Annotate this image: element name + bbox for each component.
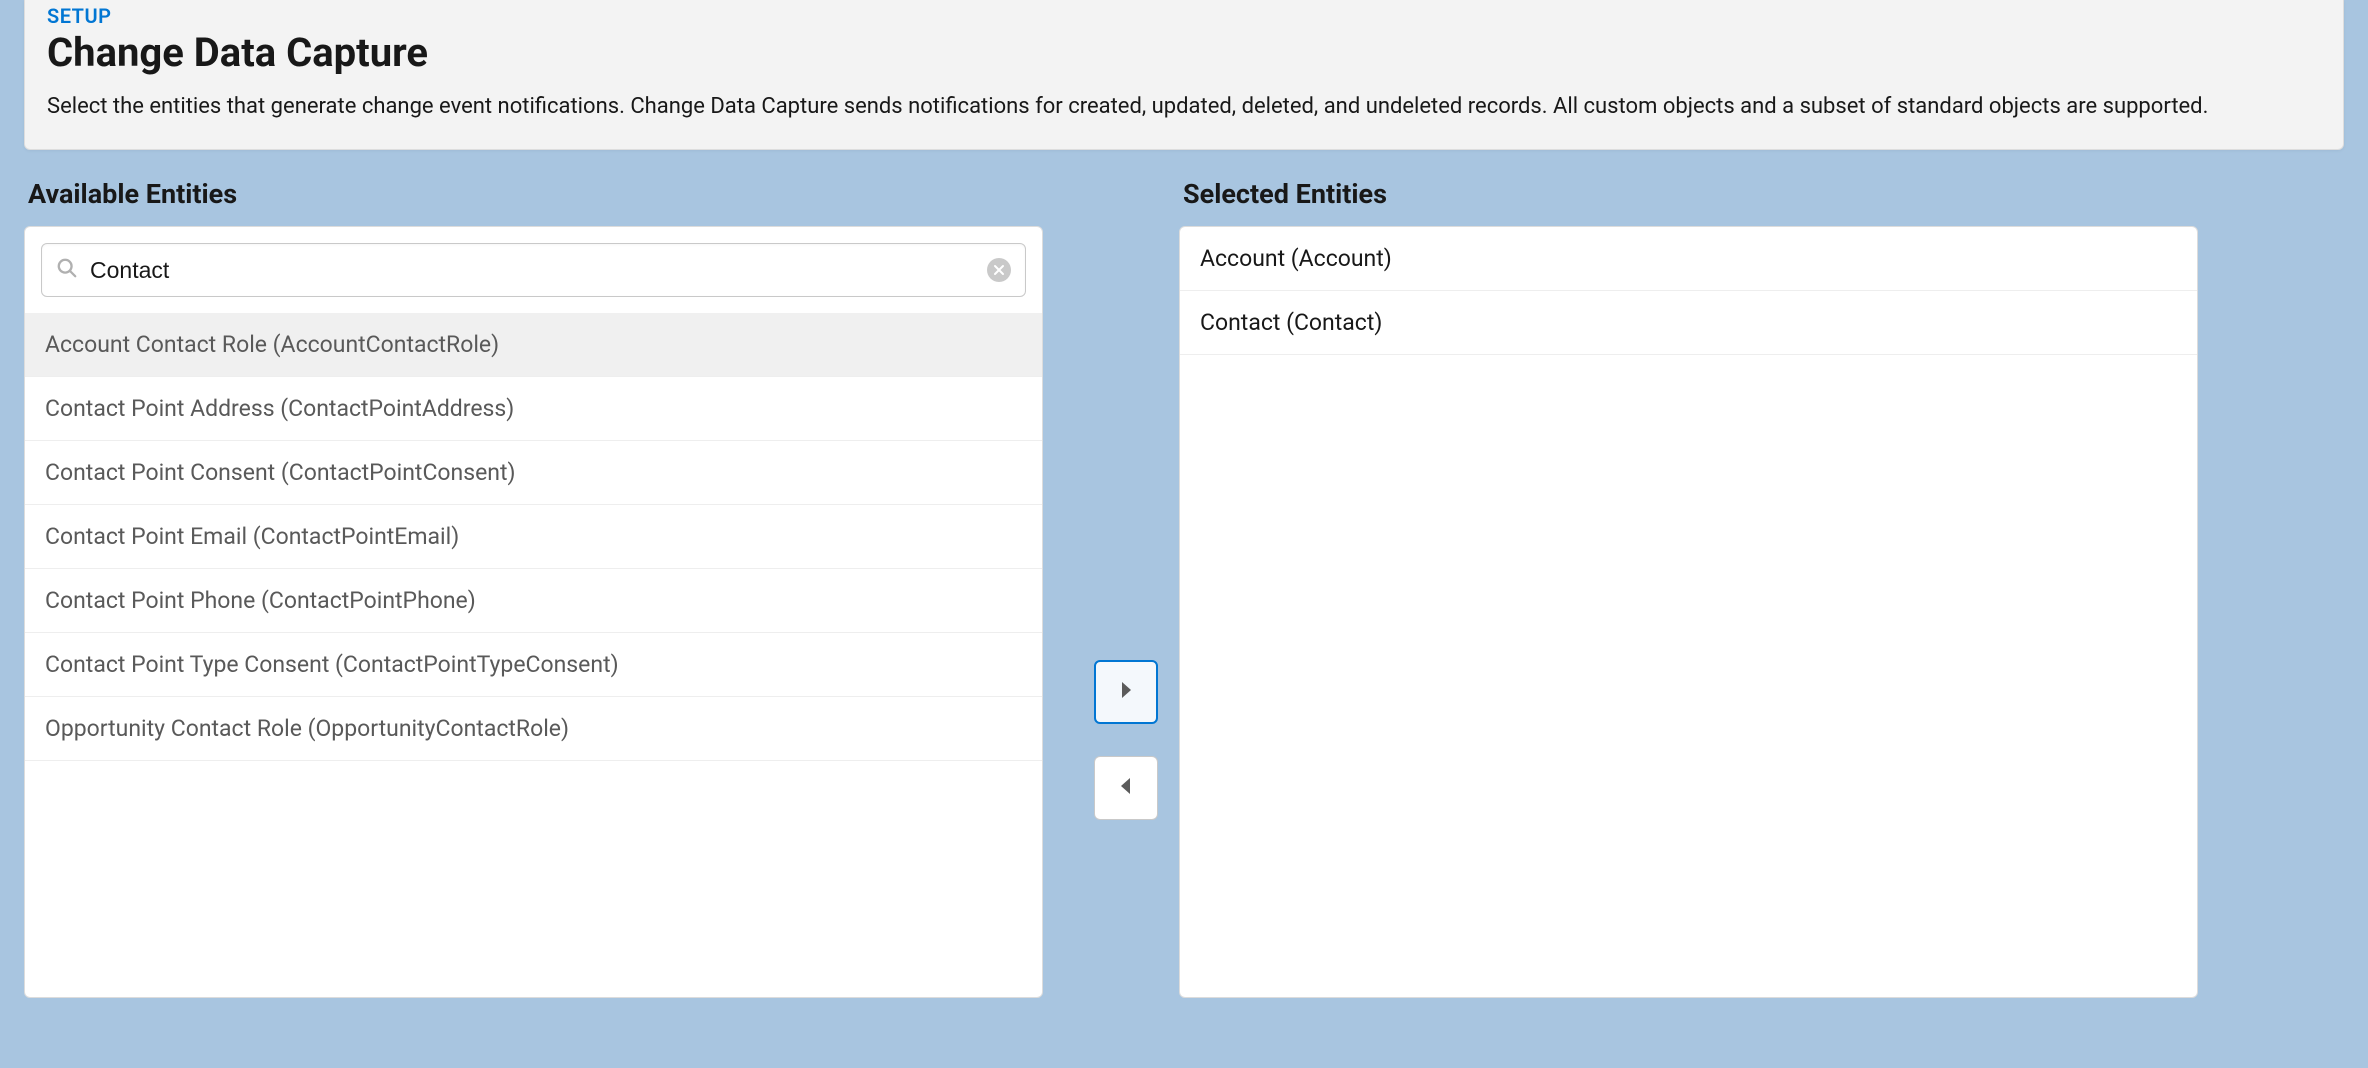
available-entity-item[interactable]: Contact Point Type Consent (ContactPoint… xyxy=(25,633,1042,697)
available-entity-item[interactable]: Contact Point Consent (ContactPointConse… xyxy=(25,441,1042,505)
available-entity-item[interactable]: Account Contact Role (AccountContactRole… xyxy=(25,313,1042,377)
page-header: SETUP Change Data Capture Select the ent… xyxy=(24,0,2344,150)
available-panel: Account Contact Role (AccountContactRole… xyxy=(24,226,1043,998)
move-right-button[interactable] xyxy=(1094,660,1158,724)
page-title: Change Data Capture xyxy=(47,30,2321,76)
available-column: Available Entities xyxy=(24,160,1043,998)
selected-entity-item[interactable]: Account (Account) xyxy=(1180,227,2197,291)
available-entity-item[interactable]: Contact Point Email (ContactPointEmail) xyxy=(25,505,1042,569)
page-description: Select the entities that generate change… xyxy=(47,90,2321,123)
selected-column: Selected Entities Account (Account) Cont… xyxy=(1179,160,2198,998)
search-input[interactable] xyxy=(90,257,987,284)
search-icon xyxy=(56,257,78,283)
available-entity-item[interactable]: Opportunity Contact Role (OpportunityCon… xyxy=(25,697,1042,761)
available-entity-item[interactable]: Contact Point Address (ContactPointAddre… xyxy=(25,377,1042,441)
available-entity-item[interactable]: Contact Point Phone (ContactPointPhone) xyxy=(25,569,1042,633)
clear-icon[interactable] xyxy=(987,258,1011,282)
selected-heading: Selected Entities xyxy=(1183,178,2198,210)
dual-listbox: Available Entities xyxy=(0,160,2368,998)
selected-entity-item[interactable]: Contact (Contact) xyxy=(1180,291,2197,355)
available-heading: Available Entities xyxy=(28,178,1043,210)
search-container xyxy=(25,227,1042,313)
arrow-left-icon xyxy=(1119,777,1133,799)
eyebrow-label: SETUP xyxy=(47,0,2321,30)
arrow-right-icon xyxy=(1119,681,1133,703)
search-box[interactable] xyxy=(41,243,1026,297)
transfer-buttons xyxy=(1094,660,1158,820)
selected-panel: Account (Account) Contact (Contact) xyxy=(1179,226,2198,998)
move-left-button[interactable] xyxy=(1094,756,1158,820)
